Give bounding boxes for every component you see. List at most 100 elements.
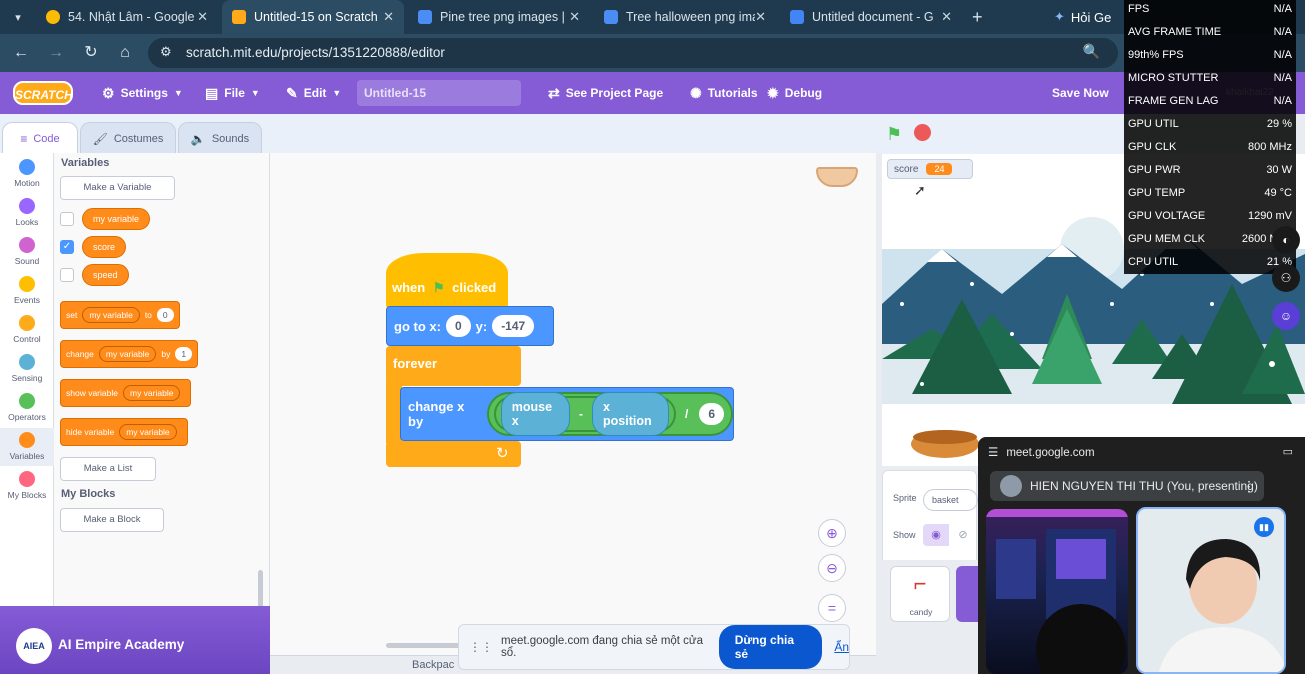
browser-tab-3[interactable]: Pine tree png images | ✕ [408, 0, 590, 34]
make-variable-button[interactable]: Make a Variable [60, 176, 175, 200]
bot-icon[interactable]: ☺ [1272, 302, 1300, 330]
hide-banner-link[interactable]: Ẩn [834, 640, 849, 654]
change-x-by-block[interactable]: change x by mouse x - x position / 6 [400, 387, 734, 441]
variable-dropdown[interactable]: my variable [98, 346, 157, 362]
category-events[interactable]: Events [0, 272, 54, 310]
side-button-1[interactable]: ◐ [1272, 226, 1300, 254]
category-control[interactable]: Control [0, 311, 54, 349]
tab-search-icon[interactable]: ▾ [8, 8, 28, 28]
make-list-button[interactable]: Make a List [60, 457, 156, 481]
project-title-input[interactable]: Untitled-15 [357, 80, 521, 106]
sprite-thumb-selected[interactable] [956, 566, 980, 622]
tab-costumes[interactable]: 🖌 Costumes [80, 122, 176, 154]
zoom-in-button[interactable]: ⊕ [818, 519, 846, 547]
zoom-reset-button[interactable]: = [818, 594, 846, 622]
variable-checkbox[interactable] [60, 268, 74, 282]
home-icon[interactable]: ⌂ [114, 42, 136, 64]
y-input[interactable]: -147 [492, 315, 535, 337]
green-flag-button[interactable]: ⚑ [886, 124, 902, 145]
tab-code[interactable]: ≡ Code [2, 122, 78, 154]
category-motion[interactable]: Motion [0, 155, 54, 193]
file-menu[interactable]: ▤ File ▼ [205, 72, 260, 114]
variable-dropdown[interactable]: my variable [122, 385, 181, 401]
category-my-blocks[interactable]: My Blocks [0, 467, 54, 505]
category-sensing[interactable]: Sensing [0, 350, 54, 388]
green-flag-icon: ⚑ [432, 280, 445, 295]
scratch-logo[interactable]: SCRATCH [13, 81, 73, 105]
when-flag-clicked-block[interactable]: when ⚑ clicked [386, 253, 508, 309]
zoom-out-button[interactable]: ⊖ [818, 554, 846, 582]
more-options-icon[interactable]: ⋮ [1242, 478, 1256, 495]
close-icon[interactable]: ✕ [569, 9, 580, 25]
go-to-xy-block[interactable]: go to x: 0 y: -147 [386, 306, 554, 346]
browser-tab-5[interactable]: Untitled document - G ✕ [780, 0, 962, 34]
value-input[interactable]: 0 [156, 308, 174, 322]
gemini-button[interactable]: ✦ Hỏi Ge [1054, 0, 1111, 34]
make-block-button[interactable]: Make a Block [60, 508, 164, 532]
script-area[interactable]: when ⚑ clicked forever ↻ go to x: 0 y: -… [270, 153, 876, 655]
divide-operator-block[interactable]: mouse x - x position / 6 [486, 392, 733, 436]
close-icon[interactable]: ✕ [383, 9, 394, 25]
category-variables[interactable]: Variables [0, 428, 54, 466]
zoom-icon[interactable]: 🔍 [1083, 43, 1100, 60]
perf-metric-value: 29 % [1266, 118, 1292, 130]
value-input[interactable]: 1 [175, 347, 193, 361]
stop-sharing-button[interactable]: Dừng chia sẻ [718, 625, 823, 669]
new-tab-button[interactable]: + [972, 0, 983, 34]
sprite-name-input[interactable]: basket [923, 489, 978, 511]
forward-icon[interactable]: → [45, 42, 67, 64]
debug-button[interactable]: ✹ Debug [767, 72, 822, 114]
score-monitor[interactable]: score 24 [887, 159, 973, 179]
x-input[interactable]: 0 [445, 315, 471, 337]
video-tile-1[interactable] [986, 509, 1128, 674]
variable-dropdown[interactable]: my variable [82, 307, 140, 323]
settings-menu[interactable]: ⚙ Settings ▼ [102, 72, 183, 114]
back-icon[interactable]: ← [10, 42, 32, 64]
sprite-thumb-candy[interactable]: ⌐ candy [890, 566, 950, 622]
eye-off-icon[interactable]: ⊘ [951, 524, 975, 546]
video-tile-self[interactable]: ▮▮ [1136, 507, 1286, 674]
mouse-x-reporter[interactable]: mouse x [500, 392, 570, 436]
grip-icon[interactable]: ⋮⋮ [469, 640, 493, 654]
show-variable-block[interactable]: show variable my variable [60, 379, 192, 407]
tab-title: 54. Nhật Lâm - Google [68, 10, 195, 24]
browser-tab-2[interactable]: Untitled-15 on Scratch ✕ [222, 0, 404, 34]
category-looks[interactable]: Looks [0, 194, 54, 232]
x-position-reporter[interactable]: x position [592, 392, 669, 436]
browser-tab-4[interactable]: Tree halloween png ima ✕ [594, 0, 776, 34]
divisor-input[interactable]: 6 [699, 403, 724, 425]
reload-icon[interactable]: ↻ [80, 42, 102, 64]
category-operators[interactable]: Operators [0, 389, 54, 427]
close-icon[interactable]: ✕ [941, 9, 952, 25]
perf-metric-label: FPS [1128, 3, 1150, 15]
variable-reporter[interactable]: my variable [82, 208, 151, 230]
see-project-page-button[interactable]: ⇄ See Project Page [548, 72, 663, 114]
hide-variable-block[interactable]: hide variable my variable [60, 418, 188, 446]
forever-block[interactable]: forever [386, 346, 521, 386]
subtract-operator-block[interactable]: mouse x - x position [493, 392, 676, 436]
presenter-bar[interactable]: HIEN NGUYEN THI THU (You, presenting) ⋮ [990, 471, 1264, 501]
site-info-icon[interactable]: ⚙ [160, 44, 172, 60]
eye-icon[interactable]: ◉ [923, 524, 949, 546]
change-variable-block[interactable]: change my variable by 1 [60, 340, 199, 368]
looks-dot-icon [19, 198, 35, 214]
variable-checkbox[interactable] [60, 212, 74, 226]
close-icon[interactable]: ✕ [755, 9, 766, 25]
stop-button[interactable] [914, 124, 931, 141]
side-button-2[interactable]: ⚇ [1272, 264, 1300, 292]
variable-dropdown[interactable]: my variable [119, 424, 177, 440]
variable-reporter[interactable]: speed [82, 264, 129, 286]
save-now-button[interactable]: Save Now [1052, 72, 1109, 114]
variable-reporter[interactable]: score [82, 236, 127, 258]
edit-menu[interactable]: ✎ Edit ▼ [286, 72, 341, 114]
tab-sounds[interactable]: 🔈 Sounds [178, 122, 262, 154]
address-bar[interactable]: ⚙ scratch.mit.edu/projects/1351220888/ed… [148, 38, 1118, 68]
variable-checkbox-checked[interactable]: ✓ [60, 240, 74, 254]
set-variable-block[interactable]: set my variable to 0 [60, 301, 180, 329]
category-sound[interactable]: Sound [0, 233, 54, 271]
close-icon[interactable]: ✕ [197, 9, 208, 25]
cast-icon[interactable]: ▭ [1283, 445, 1293, 458]
tutorials-button[interactable]: ✺ Tutorials [690, 72, 758, 114]
browser-tab-1[interactable]: 54. Nhật Lâm - Google ✕ [36, 0, 218, 34]
presenter-name: HIEN NGUYEN THI THU (You, presenting) [1030, 479, 1258, 493]
